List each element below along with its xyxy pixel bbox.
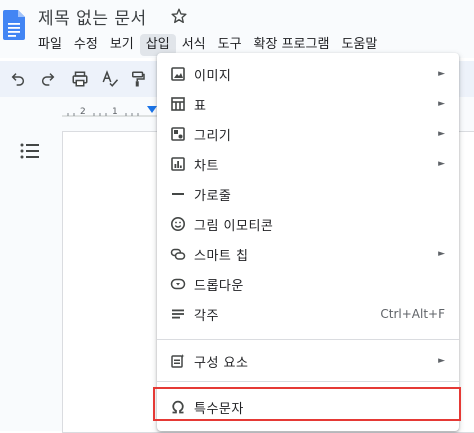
print-icon	[72, 71, 88, 87]
menu-item-table[interactable]: 표 ►	[157, 89, 459, 119]
menu-item-label: 그리기	[194, 128, 232, 144]
menu-item-dropdown[interactable]: 드롭다운	[157, 269, 459, 299]
menu-divider	[157, 339, 459, 340]
highlight-box	[153, 387, 461, 421]
document-outline-icon[interactable]	[20, 142, 40, 160]
menu-item-label: 각주	[194, 308, 219, 324]
paint-format-icon	[132, 71, 145, 87]
paint-format-button[interactable]	[128, 69, 148, 89]
google-docs-logo-icon[interactable]	[3, 10, 25, 40]
menu-divider	[157, 381, 459, 382]
menu-item-label: 스마트 칩	[194, 248, 249, 264]
menu-item-label: 가로줄	[194, 188, 232, 204]
menu-file[interactable]: 파일	[32, 34, 68, 56]
submenu-arrow-icon: ►	[438, 159, 445, 169]
menu-edit[interactable]: 수정	[68, 34, 104, 56]
smart-chip-icon	[169, 245, 187, 263]
menu-item-label: 그림 이모티콘	[194, 218, 274, 234]
footnote-icon	[169, 305, 187, 323]
spellcheck-icon	[102, 70, 119, 87]
print-button[interactable]	[70, 69, 90, 89]
menu-item-image[interactable]: 이미지 ►	[157, 59, 459, 89]
footnote-shortcut: Ctrl+Alt+F	[380, 307, 445, 321]
ruler-label-1: 1	[112, 107, 118, 117]
menu-item-smart-chips[interactable]: 스마트 칩 ►	[157, 239, 459, 269]
menu-item-footnote[interactable]: 각주 Ctrl+Alt+F	[157, 299, 459, 329]
redo-button[interactable]	[38, 69, 58, 89]
horizontal-line-icon	[169, 185, 187, 203]
submenu-arrow-icon: ►	[438, 69, 445, 79]
menu-item-building-blocks[interactable]: 구성 요소 ►	[157, 346, 459, 376]
star-icon[interactable]	[170, 7, 188, 25]
menu-item-horizontal-line[interactable]: 가로줄	[157, 179, 459, 209]
redo-icon	[41, 73, 55, 86]
image-icon	[169, 65, 187, 83]
undo-icon	[11, 73, 25, 86]
menu-item-label: 차트	[194, 158, 219, 174]
submenu-arrow-icon: ►	[438, 249, 445, 259]
menu-item-label: 드롭다운	[194, 278, 244, 294]
insert-menu-dropdown: 이미지 ► 표 ► 그리기 ► 차트 ► 가로줄 그림 이모티콘 스마트 칩 ►…	[157, 53, 459, 431]
menu-item-label: 구성 요소	[194, 355, 249, 371]
undo-button[interactable]	[8, 69, 28, 89]
submenu-arrow-icon: ►	[438, 356, 445, 366]
menu-item-label: 표	[194, 98, 207, 114]
drawing-icon	[169, 125, 187, 143]
indent-marker[interactable]	[147, 106, 157, 113]
table-icon	[169, 95, 187, 113]
menu-item-drawing[interactable]: 그리기 ►	[157, 119, 459, 149]
menu-item-label: 이미지	[194, 68, 232, 84]
chart-icon	[169, 155, 187, 173]
ruler-label-2: 2	[80, 107, 86, 117]
building-blocks-icon	[169, 352, 187, 370]
document-title[interactable]: 제목 없는 문서	[38, 4, 147, 29]
menu-item-emoji[interactable]: 그림 이모티콘	[157, 209, 459, 239]
emoji-icon	[169, 215, 187, 233]
menu-view[interactable]: 보기	[104, 34, 140, 56]
spellcheck-button[interactable]	[100, 69, 120, 89]
submenu-arrow-icon: ►	[438, 99, 445, 109]
dropdown-icon	[169, 275, 187, 293]
submenu-arrow-icon: ►	[438, 129, 445, 139]
menu-item-chart[interactable]: 차트 ►	[157, 149, 459, 179]
